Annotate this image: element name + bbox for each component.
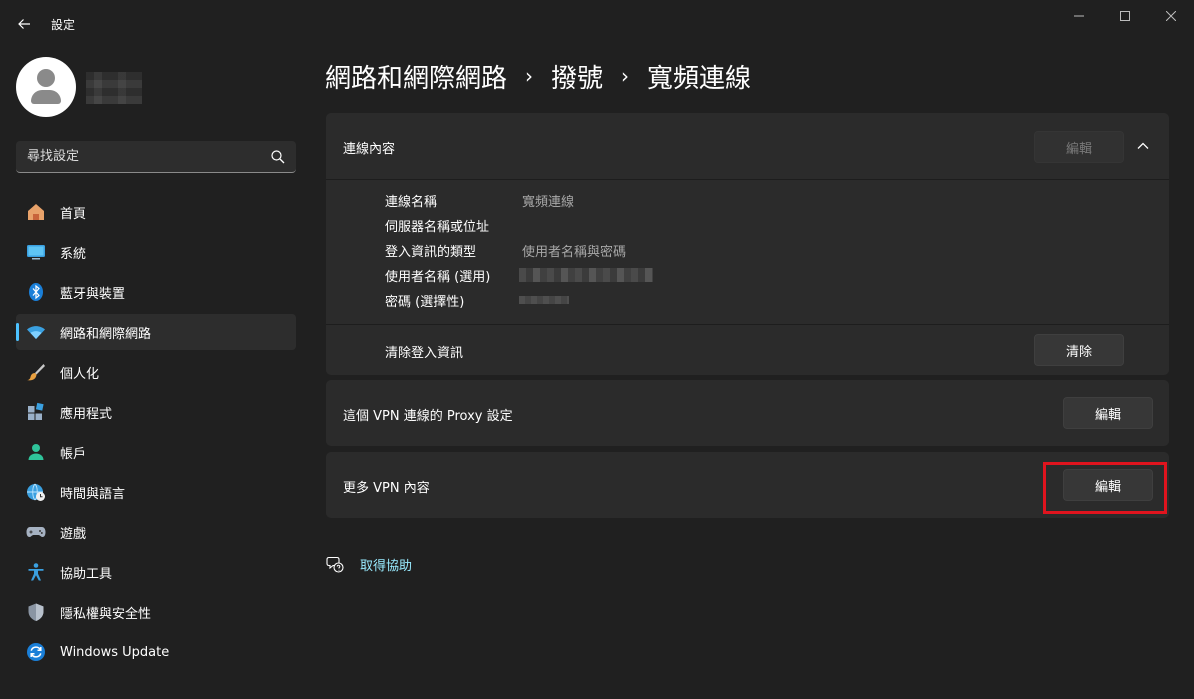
connection-properties-list: 連線名稱 寬頻連線 伺服器名稱或位址 登入資訊的類型 使用者名稱與密碼 使用者名… (326, 180, 1169, 325)
sidebar-item-label: 個人化 (60, 366, 100, 382)
sidebar-item-accounts[interactable]: 帳戶 (16, 434, 296, 470)
sidebar-item-label: 遊戲 (60, 526, 87, 542)
sidebar-item-network[interactable]: 網路和網際網路 (16, 314, 296, 350)
property-label: 連線名稱 (385, 194, 438, 210)
app-title: 設定 (51, 18, 76, 32)
connection-properties-card: 連線內容 編輯 連線名稱 寬頻連線 伺服器名稱或位址 登入資訊的類型 使用者名稱… (326, 113, 1169, 375)
globe-clock-icon (26, 482, 46, 502)
account-icon (26, 442, 46, 462)
sidebar-item-label: 系統 (60, 246, 87, 262)
bluetooth-icon (26, 282, 46, 302)
sidebar-item-label: 藍牙與裝置 (60, 286, 126, 302)
help-chat-icon (326, 556, 344, 573)
maximize-button[interactable] (1102, 0, 1148, 32)
property-label: 伺服器名稱或位址 (385, 219, 490, 235)
sidebar-nav: 首頁 系統 藍牙與裝置 網路和網際網路 個人化 應用程式 帳戶 時間與語言 遊戲… (16, 194, 296, 674)
sidebar-item-bluetooth[interactable]: 藍牙與裝置 (16, 274, 296, 310)
profile-name-redacted (86, 72, 142, 104)
sidebar-item-time-language[interactable]: 時間與語言 (16, 474, 296, 510)
breadcrumb-separator: › (621, 64, 630, 88)
proxy-settings-card: 這個 VPN 連線的 Proxy 設定 編輯 (326, 380, 1169, 446)
sidebar-item-accessibility[interactable]: 協助工具 (16, 554, 296, 590)
sidebar-item-label: 時間與語言 (60, 486, 126, 502)
property-label: 使用者名稱 (選用) (385, 269, 491, 285)
update-icon (26, 642, 46, 662)
sidebar-item-privacy[interactable]: 隱私權與安全性 (16, 594, 296, 630)
breadcrumb: 網路和網際網路 › 撥號 › 寬頻連線 (325, 56, 751, 96)
property-label: 登入資訊的類型 (385, 244, 477, 260)
edit-proxy-button[interactable]: 編輯 (1063, 397, 1153, 429)
brush-icon (26, 362, 46, 382)
redacted-password (519, 296, 569, 304)
back-button[interactable] (8, 8, 40, 40)
title-bar: 設定 (0, 0, 1194, 48)
breadcrumb-item-dialup[interactable]: 撥號 (551, 58, 603, 95)
sidebar-item-label: 首頁 (60, 206, 87, 222)
sidebar-item-system[interactable]: 系統 (16, 234, 296, 270)
search-input[interactable] (16, 141, 264, 172)
shield-icon (26, 602, 46, 622)
get-help[interactable]: 取得協助 (326, 552, 412, 576)
arrow-left-icon (18, 19, 30, 29)
redacted-username (519, 268, 653, 282)
sidebar-item-home[interactable]: 首頁 (16, 194, 296, 230)
accessibility-icon (26, 562, 46, 582)
search-box[interactable] (16, 141, 296, 173)
sidebar-item-gaming[interactable]: 遊戲 (16, 514, 296, 550)
avatar[interactable] (16, 57, 76, 117)
home-icon (26, 202, 46, 222)
close-button[interactable] (1148, 0, 1194, 32)
monitor-icon (26, 242, 46, 262)
minimize-icon (1074, 15, 1084, 17)
apps-icon (26, 402, 46, 422)
search-icon[interactable] (270, 149, 286, 165)
edit-connection-properties-button[interactable]: 編輯 (1034, 131, 1124, 163)
highlight-annotation (1043, 462, 1167, 514)
chevron-up-icon[interactable] (1136, 139, 1150, 153)
connection-properties-header[interactable]: 連線內容 編輯 (326, 113, 1169, 180)
clear-button[interactable]: 清除 (1034, 334, 1124, 366)
proxy-settings-label: 這個 VPN 連線的 Proxy 設定 (343, 409, 513, 424)
sidebar-item-label: Windows Update (60, 644, 170, 660)
property-label: 密碼 (選擇性) (385, 294, 465, 310)
sidebar-item-label: 應用程式 (60, 406, 113, 422)
sidebar-item-label: 網路和網際網路 (60, 326, 152, 342)
breadcrumb-item-network[interactable]: 網路和網際網路 (325, 58, 507, 95)
get-help-link[interactable]: 取得協助 (360, 555, 412, 574)
sidebar-item-personalization[interactable]: 個人化 (16, 354, 296, 390)
sidebar-item-windows-update[interactable]: Windows Update (16, 634, 296, 670)
sidebar-item-apps[interactable]: 應用程式 (16, 394, 296, 430)
sidebar-item-label: 隱私權與安全性 (60, 606, 152, 622)
maximize-icon (1120, 11, 1130, 21)
clear-sign-in-label: 清除登入資訊 (385, 346, 464, 361)
sidebar-item-label: 協助工具 (60, 566, 113, 582)
minimize-button[interactable] (1056, 0, 1102, 32)
wifi-icon (26, 322, 46, 342)
clear-sign-in-row: 清除登入資訊 清除 (326, 325, 1169, 375)
breadcrumb-separator: › (525, 64, 534, 88)
person-icon (37, 69, 55, 87)
property-value: 使用者名稱與密碼 (522, 244, 627, 260)
page-title: 寬頻連線 (647, 63, 752, 94)
more-vpn-properties-label: 更多 VPN 內容 (343, 481, 430, 496)
sidebar-item-label: 帳戶 (60, 446, 87, 462)
close-icon (1166, 11, 1176, 21)
gamepad-icon (26, 522, 46, 542)
connection-properties-title: 連線內容 (343, 142, 396, 157)
property-value: 寬頻連線 (522, 194, 575, 210)
